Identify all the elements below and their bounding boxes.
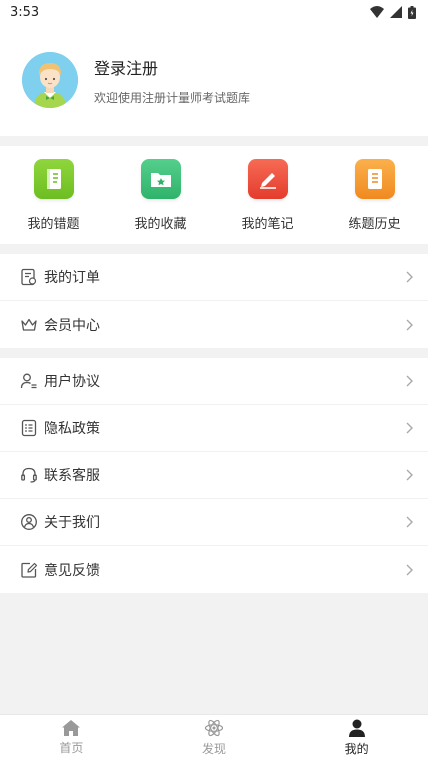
battery-icon [408, 5, 416, 19]
menu-item-label: 我的订单 [44, 270, 100, 286]
status-icons [370, 5, 416, 19]
tab-label: 我的 [344, 742, 369, 756]
status-time: 3:53 [10, 4, 40, 20]
menu-item-my-orders[interactable]: 我的订单 [0, 254, 428, 301]
person-icon [348, 719, 365, 737]
status-bar: 3:53 [0, 0, 428, 24]
chevron-right-icon [406, 319, 413, 330]
chevron-right-icon [406, 469, 413, 481]
chevron-right-icon [406, 564, 413, 575]
shortcut-wrong-questions[interactable]: 我的错题 [0, 158, 107, 232]
chevron-right-icon [406, 375, 413, 387]
shortcut-label: 我的笔记 [241, 216, 294, 232]
menu-group-account: 我的订单 会员中心 [0, 254, 428, 348]
shortcut-label: 我的收藏 [134, 216, 187, 232]
menu-item-contact-support[interactable]: 联系客服 [0, 452, 428, 499]
welcome-subtitle: 欢迎使用注册计量师考试题库 [94, 90, 251, 105]
crown-icon [20, 316, 38, 334]
signal-icon [390, 6, 402, 18]
atom-icon [204, 719, 224, 737]
favorites-folder-icon [140, 158, 181, 199]
wifi-icon [370, 6, 384, 18]
order-icon [20, 268, 38, 286]
home-icon [62, 720, 81, 736]
tab-discover[interactable]: 发现 [143, 715, 286, 760]
menu-item-privacy-policy[interactable]: 隐私政策 [0, 405, 428, 452]
about-icon [20, 513, 38, 531]
privacy-icon [20, 419, 38, 437]
tab-label: 发现 [202, 742, 227, 756]
menu-item-feedback[interactable]: 意见反馈 [0, 546, 428, 593]
menu-item-label: 会员中心 [44, 317, 100, 334]
chevron-right-icon [406, 271, 413, 283]
avatar[interactable] [22, 52, 78, 108]
menu-item-label: 关于我们 [44, 515, 100, 531]
wrong-questions-icon [33, 158, 74, 199]
user-agreement-icon [20, 372, 38, 390]
shortcut-notes[interactable]: 我的笔记 [214, 158, 321, 232]
menu-item-label: 隐私政策 [44, 421, 100, 437]
shortcut-label: 练题历史 [348, 216, 401, 232]
shortcut-favorites[interactable]: 我的收藏 [107, 158, 214, 232]
menu-item-label: 联系客服 [44, 468, 100, 484]
feedback-icon [20, 561, 38, 579]
tab-home[interactable]: 首页 [0, 715, 143, 760]
shortcut-label: 我的错题 [27, 216, 80, 232]
login-register-title[interactable]: 登录注册 [94, 55, 250, 79]
history-scroll-icon [354, 158, 395, 199]
bottom-tab-bar: 首页 发现 我的 [0, 714, 428, 760]
shortcut-practice-history[interactable]: 练题历史 [321, 158, 428, 232]
tab-label: 首页 [59, 741, 84, 755]
chevron-right-icon [406, 516, 413, 528]
tab-mine[interactable]: 我的 [285, 715, 428, 760]
shortcut-grid: 我的错题 我的收藏 我的笔记 练题历史 [0, 146, 428, 244]
menu-group-info: 用户协议 隐私政策 联系客服 关于我们 意见反馈 [0, 358, 428, 593]
menu-item-about-us[interactable]: 关于我们 [0, 499, 428, 546]
notes-pencil-icon [247, 158, 288, 199]
menu-item-label: 意见反馈 [44, 562, 100, 579]
headset-icon [20, 466, 38, 484]
chevron-right-icon [406, 422, 413, 434]
menu-item-user-agreement[interactable]: 用户协议 [0, 358, 428, 405]
profile-header[interactable]: 登录注册 欢迎使用注册计量师考试题库 [0, 24, 428, 136]
menu-item-label: 用户协议 [44, 374, 100, 390]
menu-item-membership[interactable]: 会员中心 [0, 301, 428, 348]
